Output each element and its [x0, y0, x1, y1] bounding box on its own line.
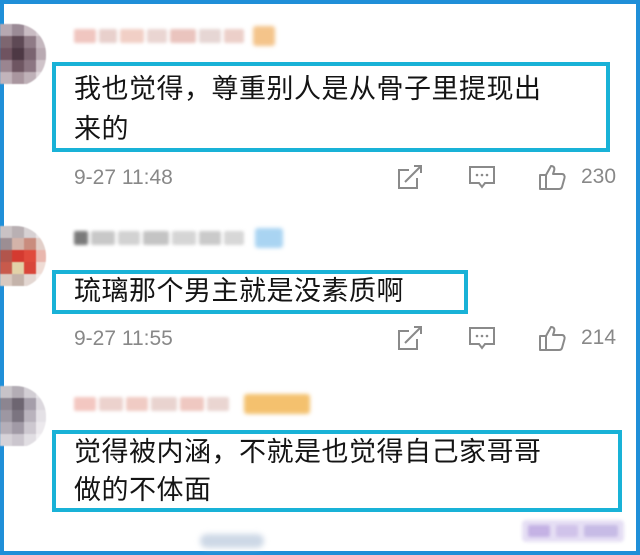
comment-icon[interactable]: [467, 162, 497, 192]
comment-text: 觉得被内涵，不就是也觉得自己家哥哥 做的不体面: [74, 437, 542, 506]
comment-icon[interactable]: [467, 323, 497, 353]
watermark-logo: [522, 520, 624, 542]
like-count: 230: [581, 165, 617, 188]
like-count: 214: [581, 326, 617, 349]
avatar[interactable]: [0, 386, 46, 448]
comment-text: 琉璃那个男主就是没素质啊: [74, 276, 404, 307]
share-icon[interactable]: [395, 323, 425, 353]
thumbs-up-icon[interactable]: [537, 323, 567, 353]
avatar[interactable]: [0, 24, 46, 86]
comment-timestamp: 9-27 11:55: [74, 327, 173, 350]
comment-item: 我也觉得，尊重别人是从骨子里提现出 来的 9-27 11:48 230: [0, 24, 632, 204]
comment-item: 觉得被内涵，不就是也觉得自己家哥哥 做的不体面: [0, 386, 632, 516]
username[interactable]: [74, 26, 275, 46]
thumbs-up-icon[interactable]: [537, 162, 567, 192]
comment-timestamp: 9-27 11:48: [74, 166, 173, 189]
comment-actions: 230: [395, 162, 625, 192]
user-badge: [253, 26, 275, 46]
blurred-content: [200, 534, 264, 548]
comment-item: 琉璃那个男主就是没素质啊 9-27 11:55 214: [0, 226, 632, 366]
user-badge: [255, 228, 283, 248]
highlight-box: 觉得被内涵，不就是也觉得自己家哥哥 做的不体面: [52, 430, 622, 512]
comment-text: 我也觉得，尊重别人是从骨子里提现出 来的: [74, 74, 542, 145]
username[interactable]: [74, 228, 283, 248]
share-icon[interactable]: [395, 162, 425, 192]
user-badge: [244, 394, 310, 414]
username[interactable]: [74, 394, 310, 414]
highlight-box: 我也觉得，尊重别人是从骨子里提现出 来的: [52, 62, 610, 152]
avatar[interactable]: [0, 226, 46, 288]
highlight-box: 琉璃那个男主就是没素质啊: [52, 270, 468, 314]
comment-actions: 214: [395, 323, 625, 353]
